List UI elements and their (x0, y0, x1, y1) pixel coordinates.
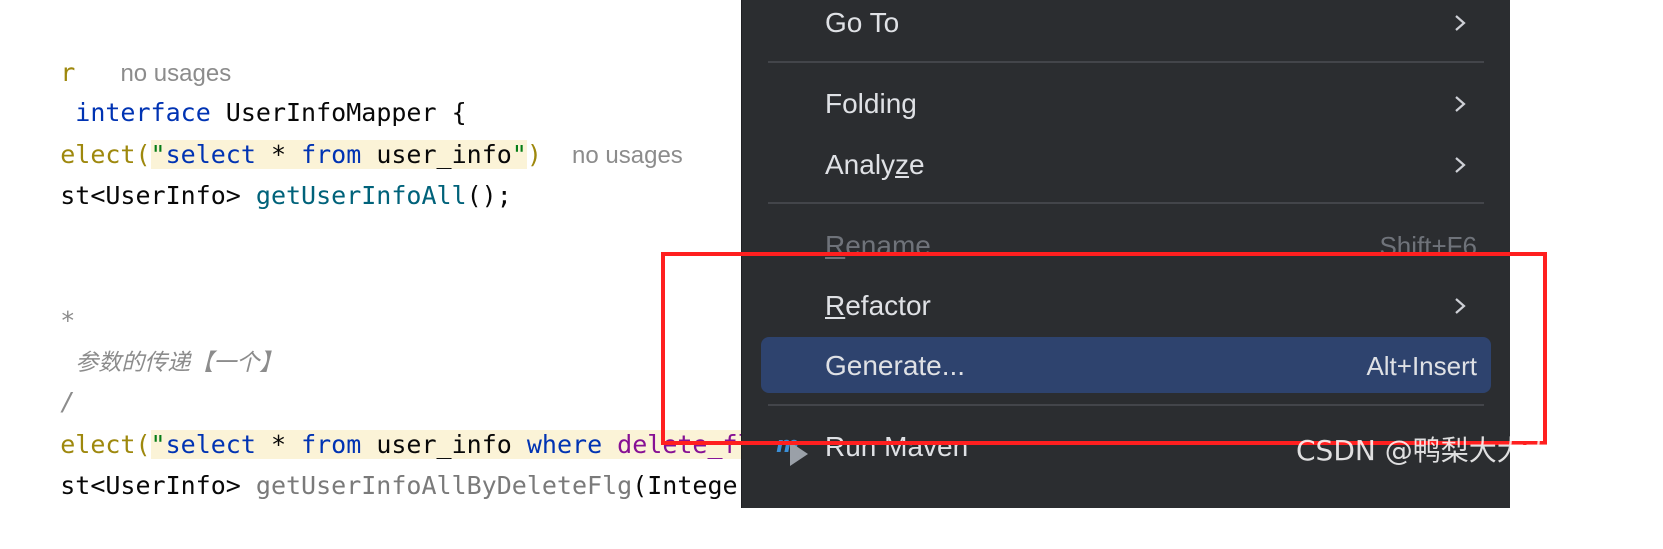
chevron-right-icon (1455, 157, 1466, 173)
menu-item-go-to[interactable]: Go To (742, 0, 1510, 52)
menu-item-label: Folding (825, 88, 917, 119)
menu-separator (768, 202, 1484, 204)
code-token: st<UserInfo> (60, 471, 256, 500)
watermark: CSDN @鸭梨大大大 (1296, 434, 1553, 467)
menu-item-label: Go To (825, 7, 900, 38)
method-name[interactable]: getUserInfoAll (256, 181, 467, 210)
menu-item-analyze[interactable]: Analyze (742, 136, 1510, 194)
code-line[interactable]: interface UserInfoMapper { (0, 50, 466, 127)
method-name[interactable]: getUserInfoAllByDeleteFlg (256, 471, 632, 500)
code-line[interactable]: elect("select * from user_info") no usag… (0, 92, 683, 169)
menu-item-folding[interactable]: Folding (742, 75, 1510, 133)
code-line[interactable]: / (0, 339, 75, 416)
code-line[interactable]: * (0, 258, 75, 335)
code-line[interactable]: r no usages (0, 10, 231, 87)
menu-separator (768, 61, 1484, 63)
code-line[interactable]: 参数的传递【一个】 (0, 299, 282, 376)
code-token: st<UserInfo> (60, 181, 256, 210)
chevron-right-icon (1455, 15, 1466, 31)
highlight-box (661, 252, 1547, 445)
chevron-right-icon (1455, 96, 1466, 112)
code-line[interactable]: st<UserInfo> getUserInfoAll(); (0, 133, 512, 210)
usage-hint[interactable]: no usages (572, 142, 683, 169)
menu-item-label: Analyze (825, 149, 925, 180)
doc-comment: 参数的传递【一个】 (75, 350, 283, 376)
